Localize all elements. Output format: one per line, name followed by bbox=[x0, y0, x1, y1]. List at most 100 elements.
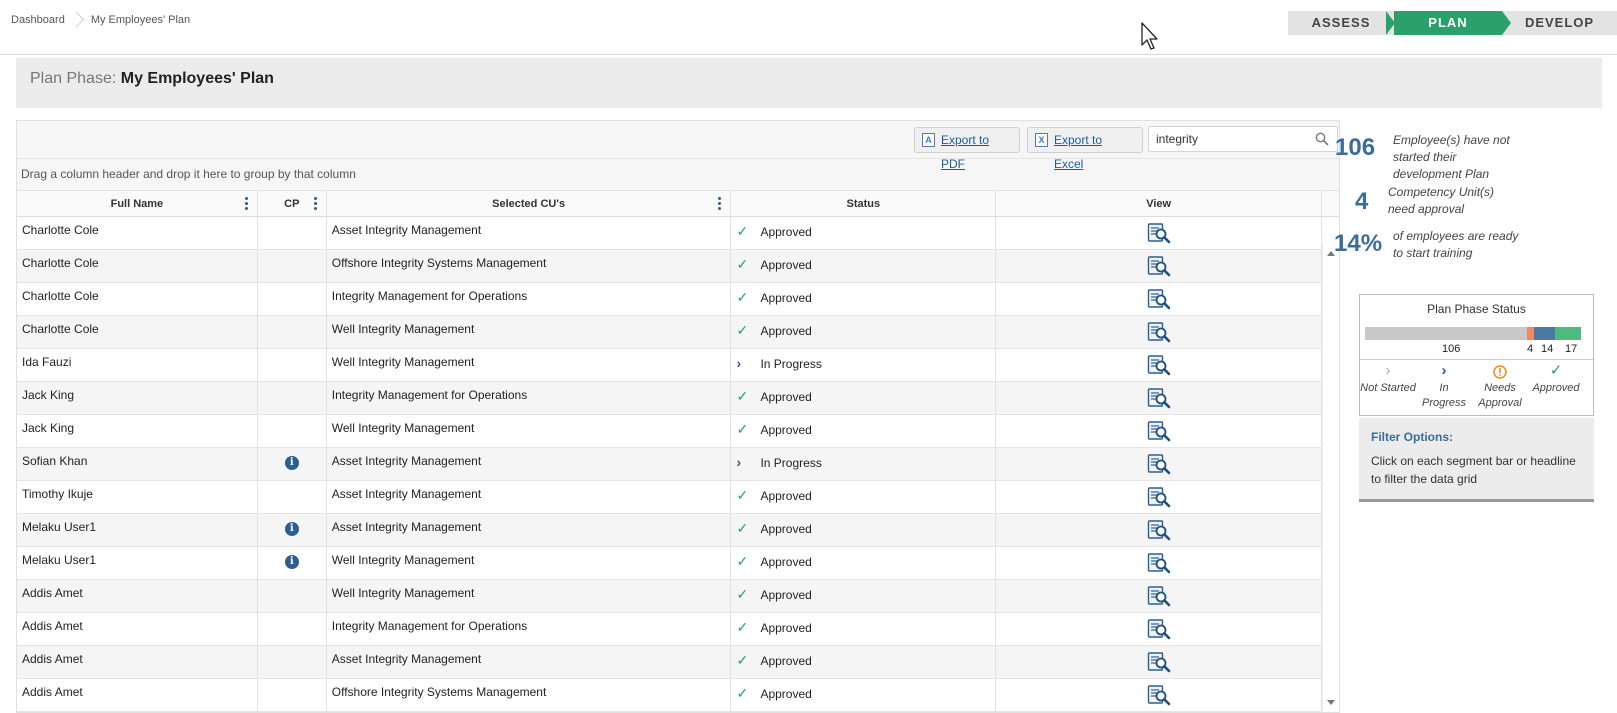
table-row[interactable]: Addis Amet Asset Integrity Management ✓ App… bbox=[17, 646, 1339, 679]
column-menu-icon[interactable] bbox=[244, 197, 249, 211]
column-header-full-name[interactable]: Full Name bbox=[17, 191, 258, 216]
view-details-icon[interactable] bbox=[1147, 618, 1171, 640]
cell-view bbox=[996, 679, 1322, 711]
checkmark-icon: ✓ bbox=[736, 388, 749, 404]
status-text: Approved bbox=[760, 489, 812, 503]
cell-full-name: Addis Amet bbox=[17, 679, 258, 711]
table-row[interactable]: Addis Amet Offshore Integrity Systems Man… bbox=[17, 679, 1339, 712]
view-details-icon[interactable] bbox=[1147, 453, 1171, 475]
view-details-icon[interactable] bbox=[1147, 288, 1171, 310]
status-text: Approved bbox=[760, 687, 812, 701]
legend-approved[interactable]: ✓ Approved bbox=[1528, 363, 1584, 396]
view-details-icon[interactable] bbox=[1147, 255, 1171, 277]
cell-cp bbox=[258, 646, 327, 678]
view-details-icon[interactable] bbox=[1147, 519, 1171, 541]
column-label-full-name: Full Name bbox=[110, 198, 164, 210]
view-details-icon[interactable] bbox=[1147, 387, 1171, 409]
view-details-icon[interactable] bbox=[1147, 486, 1171, 508]
chevron-right-icon: › bbox=[1385, 362, 1391, 379]
cell-status: ✓ Approved bbox=[731, 679, 997, 711]
cell-full-name: Timothy Ikuje bbox=[17, 481, 258, 513]
table-row[interactable]: Jack King Well Integrity Management ✓ Appro… bbox=[17, 415, 1339, 448]
phase-plan[interactable]: PLAN bbox=[1394, 11, 1511, 35]
group-by-hint[interactable]: Drag a column header and drop it here to… bbox=[17, 159, 1339, 191]
column-header-selected-cus[interactable]: Selected CU's bbox=[327, 191, 732, 216]
status-segment-in-progress[interactable] bbox=[1533, 327, 1555, 340]
search-input[interactable] bbox=[1149, 127, 1309, 151]
stat-not-started-text: Employee(s) have not started their devel… bbox=[1393, 133, 1510, 181]
scroll-down-icon[interactable] bbox=[1327, 700, 1335, 705]
cell-selected-cu: Integrity Management for Operations bbox=[327, 613, 732, 645]
cell-full-name: Charlotte Cole bbox=[17, 250, 258, 282]
cell-cp bbox=[258, 613, 327, 645]
breadcrumb-dashboard[interactable]: Dashboard bbox=[11, 14, 65, 26]
view-details-icon[interactable] bbox=[1147, 684, 1171, 706]
checkmark-icon: ✓ bbox=[736, 256, 749, 272]
cell-selected-cu: Asset Integrity Management bbox=[327, 448, 732, 480]
cell-cp bbox=[258, 250, 327, 282]
grid-scrollbar[interactable] bbox=[1322, 243, 1339, 712]
column-header-cp[interactable]: CP bbox=[258, 191, 327, 216]
table-row[interactable]: Addis Amet Well Integrity Management ✓ Appr… bbox=[17, 580, 1339, 613]
info-icon[interactable]: i bbox=[284, 456, 299, 470]
view-details-icon[interactable] bbox=[1147, 420, 1171, 442]
cell-selected-cu: Well Integrity Management bbox=[327, 316, 732, 348]
legend-in-progress[interactable]: › In Progress bbox=[1416, 363, 1472, 411]
checkmark-icon: ✓ bbox=[736, 586, 749, 602]
checkmark-icon: ✓ bbox=[736, 553, 749, 569]
cell-cp bbox=[258, 283, 327, 315]
view-details-icon[interactable] bbox=[1147, 354, 1171, 376]
table-row[interactable]: Charlotte Cole Asset Integrity Management… bbox=[17, 217, 1339, 250]
search-icon[interactable] bbox=[1315, 132, 1329, 146]
status-text: Approved bbox=[760, 588, 812, 602]
table-row[interactable]: Melaku User1 i Well Integrity Management ✓ A… bbox=[17, 547, 1339, 580]
table-row[interactable]: Addis Amet Integrity Management for Opera… bbox=[17, 613, 1339, 646]
table-row[interactable]: Jack King Integrity Management for Operat… bbox=[17, 382, 1339, 415]
phase-assess[interactable]: ASSESS bbox=[1288, 11, 1395, 35]
view-details-icon[interactable] bbox=[1147, 552, 1171, 574]
table-row[interactable]: Melaku User1 i Asset Integrity Management ✓… bbox=[17, 514, 1339, 547]
column-header-status[interactable]: Status bbox=[731, 191, 997, 216]
status-segment-approved[interactable] bbox=[1554, 327, 1581, 340]
stat-needs-approval[interactable]: 4 Competency Unit(s) need approval bbox=[1348, 184, 1598, 220]
table-row[interactable]: Ida Fauzi Well Integrity Management › In Pr… bbox=[17, 349, 1339, 382]
table-row[interactable]: Timothy Ikuje Asset Integrity Management ✓… bbox=[17, 481, 1339, 514]
info-icon[interactable]: i bbox=[284, 555, 299, 569]
cell-cp bbox=[258, 580, 327, 612]
stat-ready-pct: 14% bbox=[1334, 230, 1383, 257]
status-divider bbox=[1360, 359, 1593, 360]
status-segment-not-started[interactable] bbox=[1365, 327, 1528, 340]
legend-needs-approval-label: Needs Approval bbox=[1478, 382, 1522, 409]
column-header-view[interactable]: View bbox=[996, 191, 1322, 216]
info-icon[interactable]: i bbox=[284, 522, 299, 536]
checkmark-icon: ✓ bbox=[736, 223, 749, 239]
column-menu-icon[interactable] bbox=[718, 197, 722, 211]
stat-ready[interactable]: 14% of employees are ready to start trai… bbox=[1334, 228, 1598, 264]
view-details-icon[interactable] bbox=[1147, 222, 1171, 244]
status-segment-label: 106 bbox=[1442, 343, 1461, 355]
cell-full-name: Melaku User1 bbox=[17, 514, 258, 546]
view-details-icon[interactable] bbox=[1147, 321, 1171, 343]
cell-selected-cu: Asset Integrity Management bbox=[327, 217, 732, 249]
column-menu-icon[interactable] bbox=[313, 197, 318, 211]
grid-toolbar: A Export to PDF X Export to Excel bbox=[17, 121, 1339, 171]
legend-not-started[interactable]: › Not Started bbox=[1360, 363, 1416, 396]
table-row[interactable]: Sofian Khan i Asset Integrity Management › I… bbox=[17, 448, 1339, 481]
export-excel-button[interactable]: X Export to Excel bbox=[1027, 127, 1143, 171]
view-details-icon[interactable] bbox=[1147, 651, 1171, 673]
cell-full-name: Charlotte Cole bbox=[17, 283, 258, 315]
export-pdf-button[interactable]: A Export to PDF bbox=[914, 127, 1020, 171]
checkmark-icon: ✓ bbox=[736, 421, 749, 437]
phase-develop[interactable]: DEVELOP bbox=[1502, 11, 1617, 35]
stat-not-started[interactable]: 106 Employee(s) have not started their d… bbox=[1335, 132, 1598, 184]
chevron-right-icon: › bbox=[1441, 362, 1447, 379]
view-details-icon[interactable] bbox=[1147, 585, 1171, 607]
cell-cp bbox=[258, 316, 327, 348]
table-row[interactable]: Charlotte Cole Integrity Management for O… bbox=[17, 283, 1339, 316]
page-title: Plan Phase: My Employees' Plan bbox=[30, 70, 274, 88]
table-row[interactable]: Charlotte Cole Well Integrity Management ✓… bbox=[17, 316, 1339, 349]
cell-status: ✓ Approved bbox=[731, 316, 997, 348]
table-row[interactable]: Charlotte Cole Offshore Integrity Systems… bbox=[17, 250, 1339, 283]
legend-needs-approval[interactable]: Needs Approval bbox=[1472, 363, 1528, 411]
stat-not-started-count: 106 bbox=[1335, 134, 1376, 161]
